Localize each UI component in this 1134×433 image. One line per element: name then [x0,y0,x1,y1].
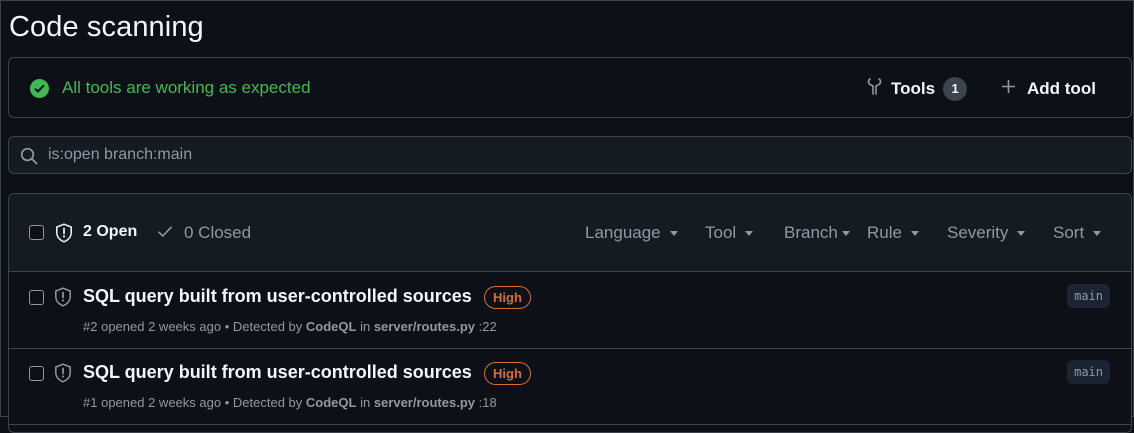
alert-row-checkbox[interactable] [29,290,44,305]
alert-row[interactable]: SQL query built from user-controlled sou… [9,348,1131,425]
alert-tool-name: CodeQL [305,319,357,334]
rule-filter[interactable]: Rule [867,223,919,243]
alert-title-link[interactable]: SQL query built from user-controlled sou… [83,362,472,383]
check-icon [157,225,173,243]
tools-icon [866,77,883,101]
tool-filter-label: Tool [705,223,737,242]
tool-status-text: All tools are working as expected [62,78,311,97]
tools-label: Tools [891,78,936,98]
alert-line-number: :18 [478,395,497,410]
alert-meta: #1 opened 2 weeks ago • Detected by Code… [83,395,497,410]
in-label: in [360,319,371,334]
tools-button[interactable]: Tools 1 [864,73,974,104]
chevron-down-icon [745,230,754,236]
severity-filter[interactable]: Severity [947,223,1026,243]
alert-file-path[interactable]: server/routes.py [374,319,475,334]
chevron-down-icon [841,230,850,236]
check-circle-icon [30,79,49,98]
sort-menu[interactable]: Sort [1053,223,1102,243]
rule-filter-label: Rule [867,223,902,242]
tool-filter[interactable]: Tool [705,223,754,243]
alert-opened-time: opened 2 weeks ago [101,395,222,410]
alert-file-path[interactable]: server/routes.py [374,395,475,410]
shield-alert-icon [54,363,72,388]
chevron-down-icon [1093,230,1102,236]
chevron-down-icon [1017,230,1026,236]
branch-label: main [1067,284,1110,308]
severity-badge: High [484,286,531,309]
alert-number: #1 [83,395,98,410]
open-alerts-tab[interactable]: 2 Open [83,223,137,241]
language-filter[interactable]: Language [585,223,678,243]
sort-menu-label: Sort [1053,223,1085,242]
plus-icon [1001,79,1016,99]
search-icon [20,147,38,170]
shield-alert-icon [55,223,73,248]
severity-badge: High [484,362,531,385]
detected-by-label: Detected by [232,319,303,334]
branch-label: main [1067,360,1110,384]
in-label: in [360,395,371,410]
select-all-checkbox[interactable] [29,225,44,240]
alert-number: #2 [83,319,98,334]
alerts-list: 2 Open 0 Closed Language Tool Branch Rul… [8,193,1132,433]
code-scanning-page: Code scanning All tools are working as e… [0,0,1134,433]
chevron-down-icon [910,230,919,236]
alert-tool-name: CodeQL [305,395,357,410]
language-filter-label: Language [585,223,661,242]
severity-filter-label: Severity [947,223,1009,242]
alert-row[interactable]: SQL query built from user-controlled sou… [9,272,1131,349]
page-title: Code scanning [9,11,204,43]
detected-by-label: Detected by [232,395,303,410]
tool-status-banner: All tools are working as expected Tools … [8,57,1132,118]
add-tool-label: Add tool [1027,78,1096,98]
alerts-list-header: 2 Open 0 Closed Language Tool Branch Rul… [9,194,1131,272]
alert-filter-search [8,136,1132,174]
chevron-down-icon [669,230,678,236]
closed-alerts-tab[interactable]: 0 Closed [184,223,251,243]
search-input[interactable] [48,137,1118,173]
alert-meta: #2 opened 2 weeks ago • Detected by Code… [83,319,497,334]
branch-filter-label: Branch [784,223,838,242]
alert-opened-time: opened 2 weeks ago [101,319,222,334]
separator-dot: • [224,395,230,410]
add-tool-button[interactable]: Add tool [1001,73,1111,104]
tools-count-badge: 1 [943,76,968,101]
branch-filter[interactable]: Branch [784,223,850,243]
alert-row-checkbox[interactable] [29,366,44,381]
alert-line-number: :22 [478,319,497,334]
separator-dot: • [224,319,230,334]
alert-title-link[interactable]: SQL query built from user-controlled sou… [83,286,472,307]
shield-alert-icon [54,287,72,312]
